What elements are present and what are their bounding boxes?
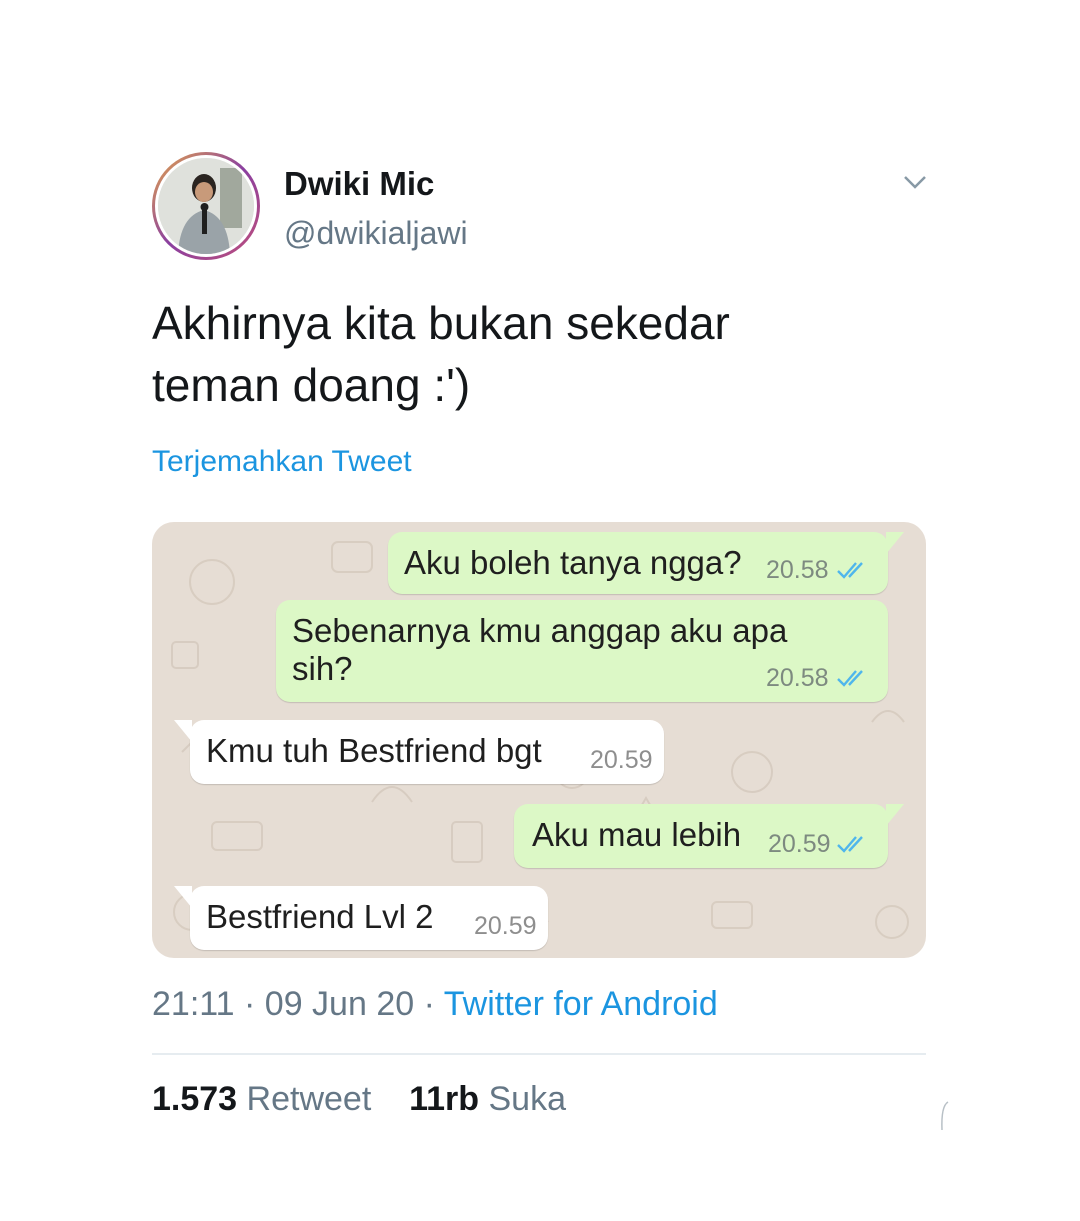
message-time: 20.59 [768, 830, 831, 858]
message-time: 20.58 [766, 664, 829, 692]
avatar-ring [155, 155, 257, 257]
tweet-text: Akhirnya kita bukan sekedar teman doang … [152, 292, 912, 416]
chevron-down-icon[interactable] [900, 170, 930, 194]
tweet-stats: 1.573 Retweet 11rb Suka [152, 1080, 566, 1119]
like-count: 11rb [409, 1080, 480, 1118]
tweet-text-line: Akhirnya kita bukan sekedar [152, 297, 730, 349]
meta-separator: · [423, 985, 444, 1023]
person-photo-icon [158, 158, 254, 254]
message-text: Kmu tuh Bestfriend bgt [206, 732, 542, 769]
meta-separator: · [244, 985, 265, 1023]
avatar-photo [158, 158, 254, 254]
author-avatar[interactable] [152, 152, 260, 260]
attached-chat-image[interactable]: Aku boleh tanya ngga? 20.58 Sebenarnya k… [152, 522, 926, 958]
tweet-text-line: teman doang :') [152, 359, 471, 411]
chat-message-incoming: Kmu tuh Bestfriend bgt 20.59 [190, 720, 664, 784]
likes-stat[interactable]: 11rb Suka [409, 1080, 566, 1118]
bubble-tail [174, 720, 192, 742]
retweets-stat[interactable]: 1.573 Retweet [152, 1080, 371, 1118]
message-text: sih? [292, 650, 353, 687]
bubble-tail [886, 804, 904, 826]
message-time: 20.58 [766, 556, 829, 584]
chat-message-outgoing: Sebenarnya kmu anggap aku apa sih? 20.58 [276, 600, 888, 702]
like-label: Suka [488, 1080, 566, 1118]
bubble-tail [886, 532, 904, 554]
tweet-meta: 21:11 · 09 Jun 20 · Twitter for Android [152, 985, 718, 1024]
edge-mark-icon [941, 1101, 949, 1131]
bubble-tail [174, 886, 192, 908]
message-time: 20.59 [474, 912, 537, 940]
chat-message-incoming: Bestfriend Lvl 2 20.59 [190, 886, 548, 950]
double-check-icon [837, 562, 863, 579]
message-text: Sebenarnya kmu anggap aku apa [292, 612, 788, 649]
author-name[interactable]: Dwiki Mic [284, 165, 434, 203]
divider [152, 1053, 926, 1055]
double-check-icon [837, 670, 863, 687]
tweet-source-link[interactable]: Twitter for Android [444, 985, 718, 1023]
tweet-time[interactable]: 21:11 [152, 985, 235, 1023]
retweet-count: 1.573 [152, 1080, 238, 1118]
message-time: 20.59 [590, 746, 653, 774]
message-text: Bestfriend Lvl 2 [206, 898, 434, 935]
tweet-date[interactable]: 09 Jun 20 [265, 985, 414, 1023]
translate-tweet-link[interactable]: Terjemahkan Tweet [152, 445, 412, 479]
message-text: Aku boleh tanya ngga? [404, 544, 742, 581]
double-check-icon [837, 836, 863, 853]
author-handle[interactable]: @dwikialjawi [284, 215, 468, 252]
chat-message-outgoing: Aku boleh tanya ngga? 20.58 [388, 532, 888, 594]
retweet-label: Retweet [246, 1080, 372, 1118]
chat-message-outgoing: Aku mau lebih 20.59 [514, 804, 888, 868]
message-text: Aku mau lebih [532, 816, 742, 853]
